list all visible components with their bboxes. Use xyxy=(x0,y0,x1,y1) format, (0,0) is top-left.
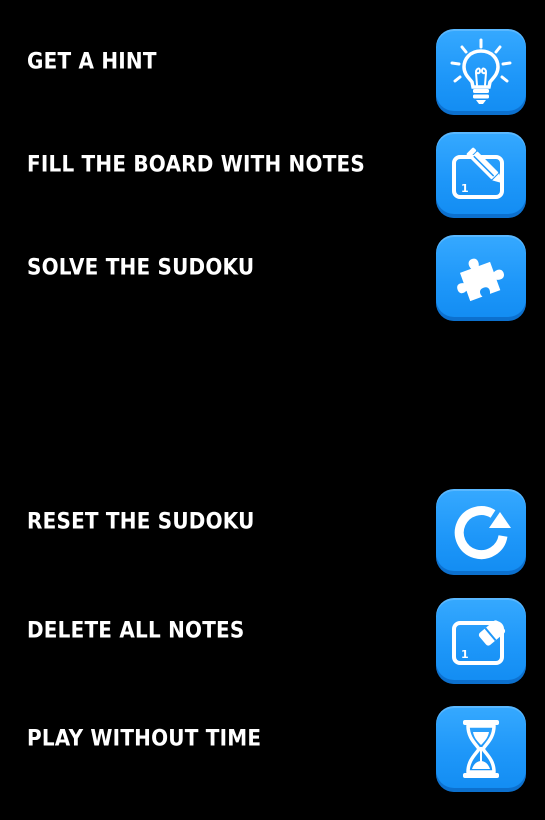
delete-notes-button[interactable]: 1 xyxy=(436,598,526,684)
solve-button[interactable] xyxy=(436,235,526,321)
delete-notes-label: DELETE ALL NOTES xyxy=(27,616,245,643)
no-time-button[interactable] xyxy=(436,706,526,792)
reset-button[interactable] xyxy=(436,489,526,575)
menu-row-delete-notes: DELETE ALL NOTES 1 xyxy=(0,598,545,684)
fill-notes-button[interactable]: 1 xyxy=(436,132,526,218)
solve-label: SOLVE THE SUDOKU xyxy=(27,253,255,280)
note-digit: 1 xyxy=(461,182,469,195)
eraser-note-icon: 1 xyxy=(446,611,516,671)
hourglass-icon xyxy=(451,714,511,784)
menu-row-no-time: PLAY WITHOUT TIME xyxy=(0,706,545,792)
reset-arrow-icon xyxy=(449,500,513,564)
reset-label: RESET THE SUDOKU xyxy=(27,507,255,534)
menu-row-fill-notes: FILL THE BOARD WITH NOTES 1 xyxy=(0,132,545,218)
note-digit: 1 xyxy=(461,648,469,661)
menu-row-solve: SOLVE THE SUDOKU xyxy=(0,235,545,321)
puzzle-piece-icon xyxy=(449,246,513,310)
no-time-label: PLAY WITHOUT TIME xyxy=(27,724,262,751)
hint-button[interactable] xyxy=(436,29,526,115)
hint-label: GET A HINT xyxy=(27,47,157,74)
menu-row-hint: GET A HINT xyxy=(0,29,545,115)
fill-notes-label: FILL THE BOARD WITH NOTES xyxy=(27,150,366,177)
pencil-note-icon: 1 xyxy=(446,145,516,205)
menu-row-reset: RESET THE SUDOKU xyxy=(0,489,545,575)
lightbulb-icon xyxy=(446,37,516,107)
